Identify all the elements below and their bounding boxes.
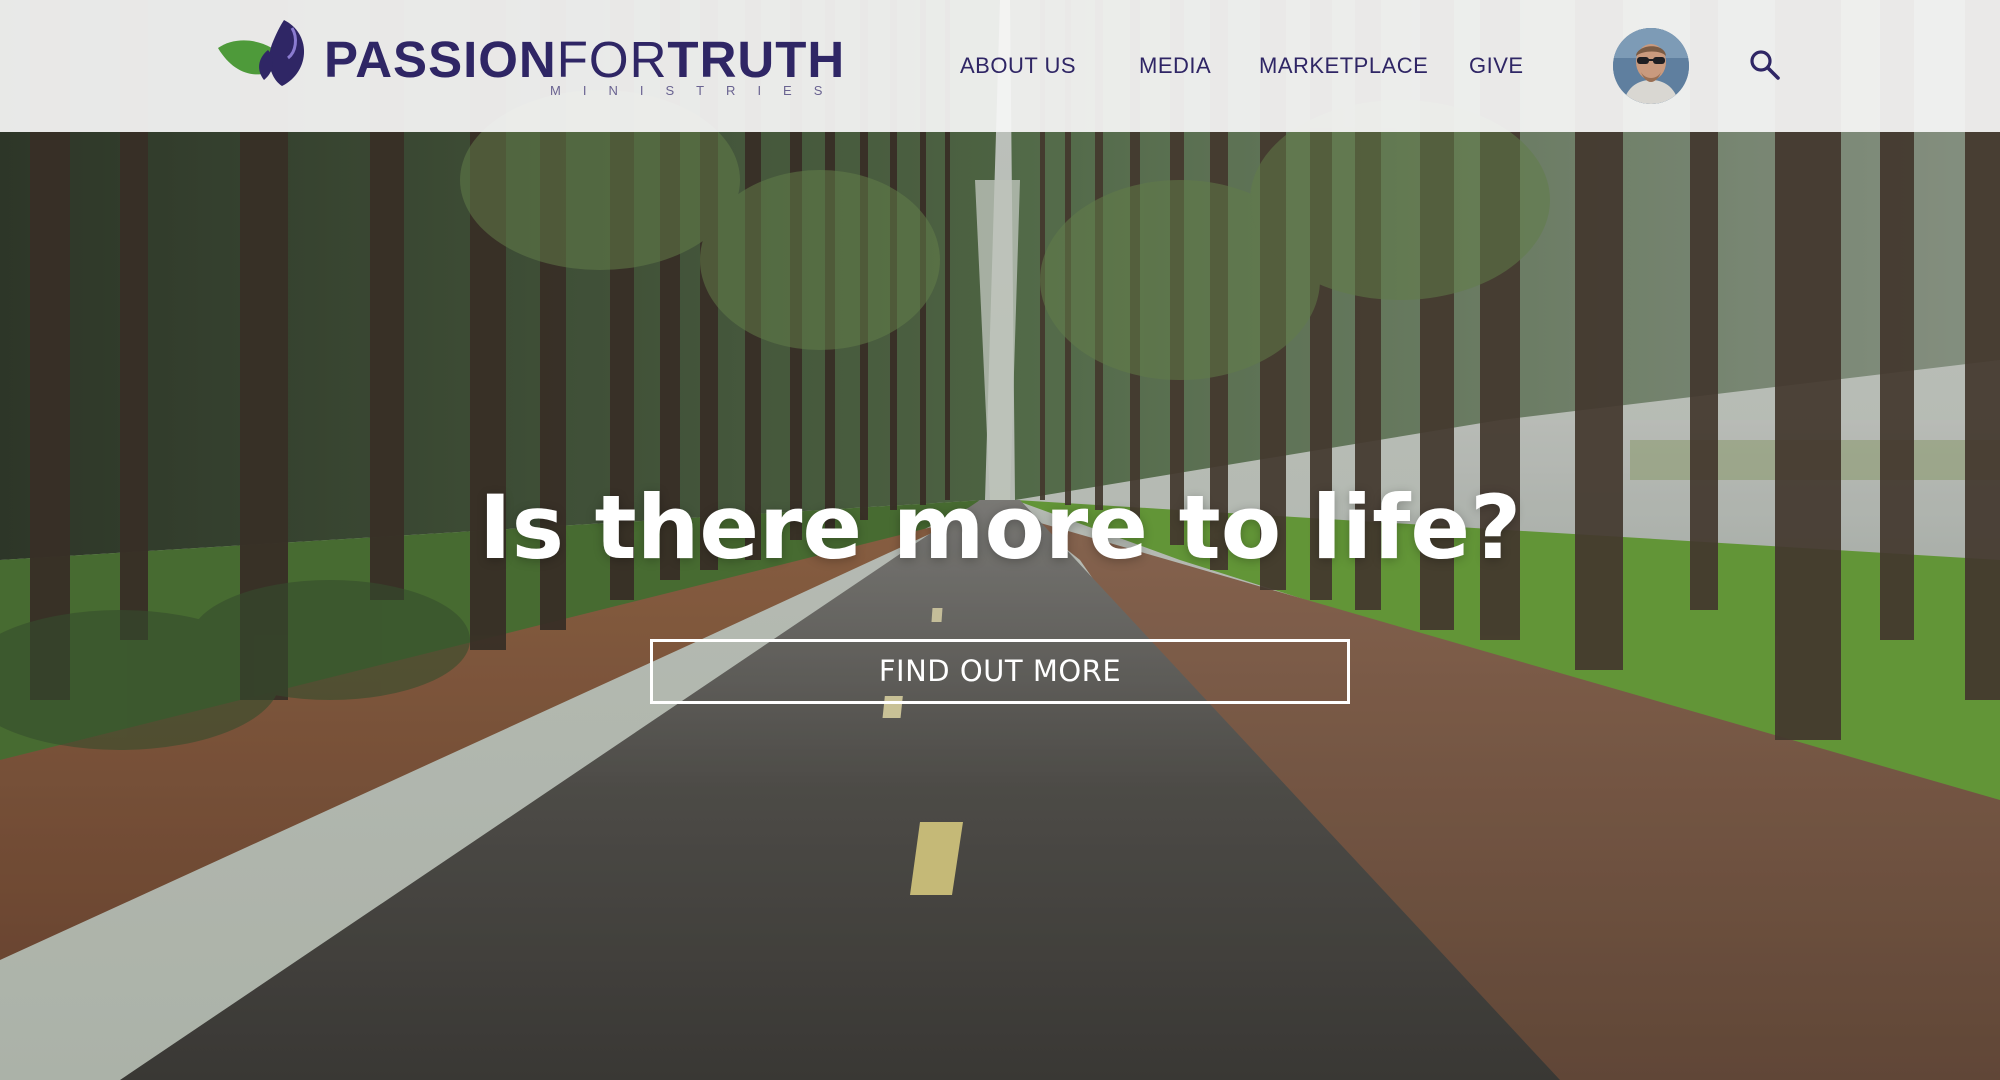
main-nav: ABOUT US MEDIA MARKETPLACE GIVE [0,0,2000,132]
search-button[interactable] [1748,48,1782,82]
nav-marketplace[interactable]: MARKETPLACE [1259,52,1428,80]
nav-about-us[interactable]: ABOUT US [960,52,1076,80]
hero-headline: Is there more to life? [478,476,1522,579]
nav-give[interactable]: GIVE [1469,52,1524,80]
find-out-more-button[interactable]: FIND OUT MORE [650,639,1350,704]
page: PASSIONFORTRUTH MINISTRIES ABOUT US MEDI… [0,0,2000,1080]
nav-media[interactable]: MEDIA [1139,52,1211,80]
avatar-image [1613,28,1689,104]
search-icon [1750,50,1780,80]
user-avatar[interactable] [1613,28,1689,104]
site-header: PASSIONFORTRUTH MINISTRIES ABOUT US MEDI… [0,0,2000,132]
